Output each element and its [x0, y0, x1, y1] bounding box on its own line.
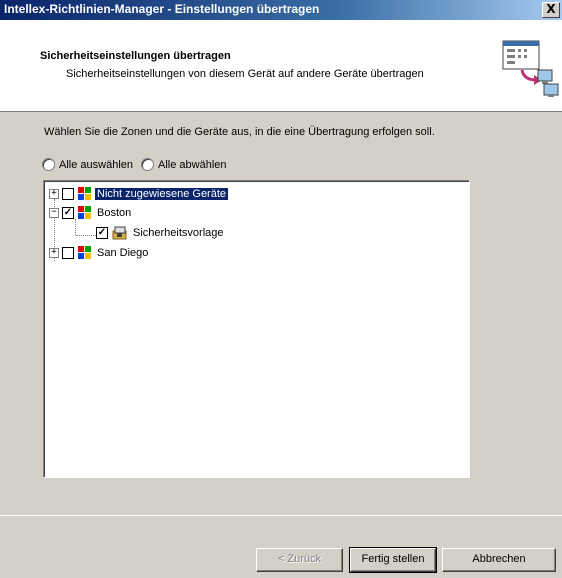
select-all-label[interactable]: Alle auswählen: [59, 159, 133, 171]
selection-radios: Alle auswählen Alle abwählen: [42, 158, 235, 171]
zone-device-tree[interactable]: + Nicht zugewiesene Geräte − ✓ Boston ✓: [43, 180, 470, 478]
expand-icon[interactable]: +: [49, 248, 59, 258]
cancel-button[interactable]: Abbrechen: [442, 548, 556, 572]
template-device-icon: [112, 226, 127, 240]
unassigned-checkbox[interactable]: [62, 188, 74, 200]
collapse-icon[interactable]: −: [49, 208, 59, 218]
tree-node-label[interactable]: Sicherheitsvorlage: [131, 227, 226, 239]
tree-node-boston[interactable]: − ✓ Boston: [49, 205, 133, 221]
tree-connector: [76, 235, 96, 236]
tree-connector: [75, 219, 76, 235]
select-all-radio[interactable]: [42, 158, 55, 171]
tree-node-label[interactable]: San Diego: [95, 247, 150, 259]
close-button[interactable]: X: [542, 2, 560, 18]
tree-node-label[interactable]: Boston: [95, 207, 133, 219]
deselect-all-label[interactable]: Alle abwählen: [158, 159, 227, 171]
instruction-text: Wählen Sie die Zonen und die Geräte aus,…: [44, 126, 435, 138]
zone-icon: [78, 187, 92, 201]
deselect-all-radio[interactable]: [141, 158, 154, 171]
wizard-header: Sicherheitseinstellungen übertragen Sich…: [0, 20, 562, 112]
expand-icon[interactable]: +: [49, 189, 59, 199]
boston-checkbox[interactable]: ✓: [62, 207, 74, 219]
header-description: Sicherheitseinstellungen von diesem Gerä…: [66, 68, 424, 80]
zone-icon: [78, 246, 92, 260]
tree-node-unassigned[interactable]: + Nicht zugewiesene Geräte: [49, 186, 229, 202]
tree-node-security-template[interactable]: ✓ Sicherheitsvorlage: [96, 225, 226, 241]
wizard-body: Wählen Sie die Zonen und die Geräte aus,…: [0, 112, 562, 516]
tree-node-san-diego[interactable]: + San Diego: [49, 245, 150, 261]
wizard-footer: < Zurück Fertig stellen Abbrechen: [0, 516, 562, 578]
window-title: Intellex-Richtlinien-Manager - Einstellu…: [4, 2, 320, 16]
tree-node-label[interactable]: Nicht zugewiesene Geräte: [95, 188, 229, 200]
back-button[interactable]: < Zurück: [256, 548, 343, 572]
header-title: Sicherheitseinstellungen übertragen: [40, 50, 231, 62]
transfer-settings-icon: [502, 40, 559, 97]
zone-icon: [78, 206, 92, 220]
security-template-checkbox[interactable]: ✓: [96, 227, 108, 239]
san-diego-checkbox[interactable]: [62, 247, 74, 259]
title-bar: Intellex-Richtlinien-Manager - Einstellu…: [0, 0, 562, 20]
finish-button[interactable]: Fertig stellen: [349, 547, 437, 573]
